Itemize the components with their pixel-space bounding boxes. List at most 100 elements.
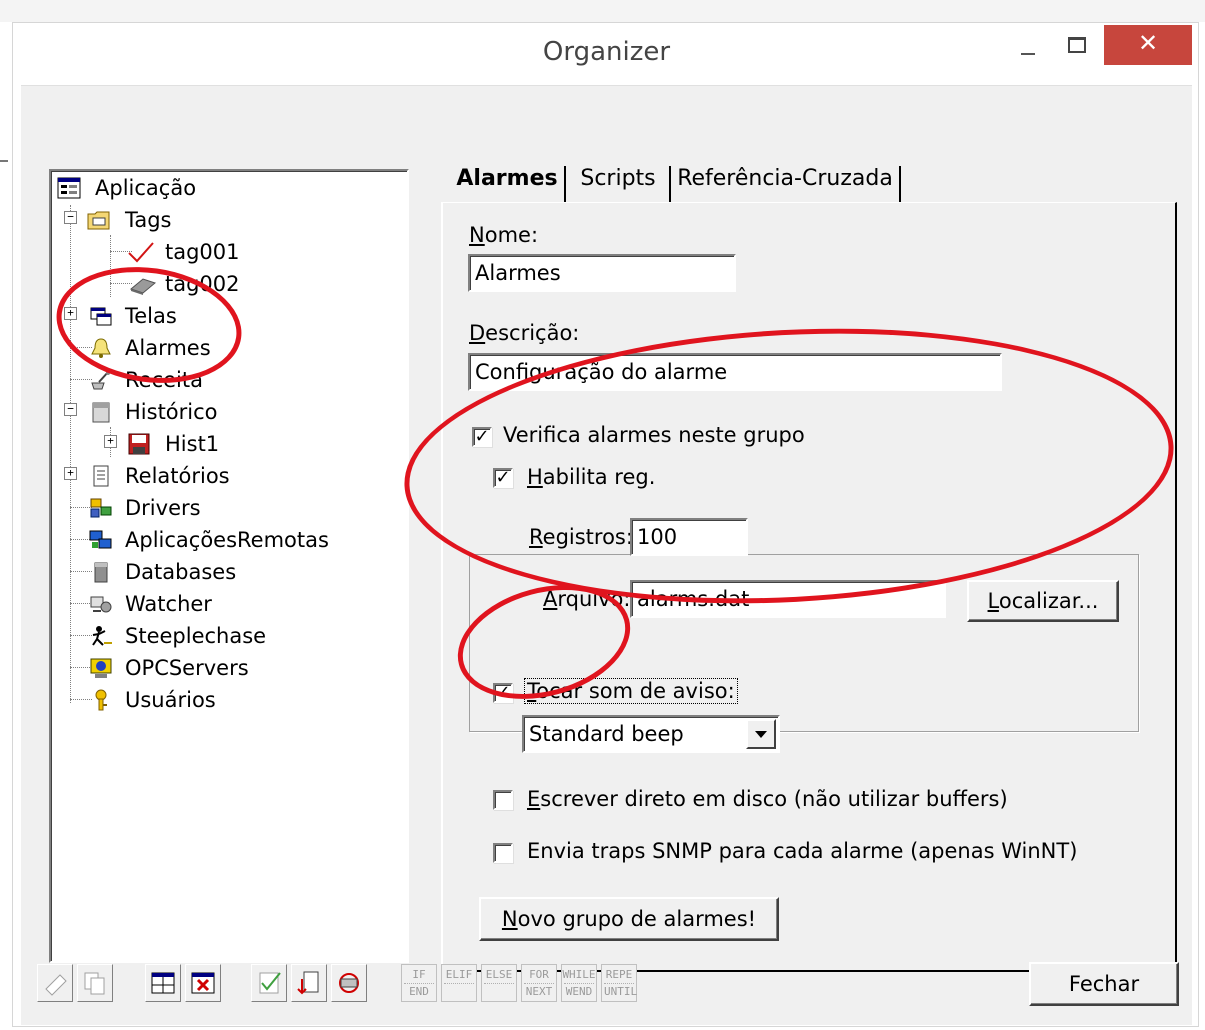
else-button[interactable]: ELSE xyxy=(481,964,517,1002)
tree-item-label: Databases xyxy=(125,560,237,584)
keyword-top: FOR xyxy=(529,968,549,981)
keyword-top: ELIF xyxy=(445,968,473,981)
tab-separator xyxy=(669,166,671,202)
for-next-button[interactable]: FOR NEXT xyxy=(521,964,557,1002)
tree-line xyxy=(70,205,71,703)
keyword-bottom: WEND xyxy=(564,983,594,998)
descricao-label: Descrição: xyxy=(469,321,579,345)
descricao-label-accelerator: D xyxy=(469,321,486,345)
eraser-tool-button[interactable] xyxy=(37,964,73,1002)
tree-expander-historico[interactable]: − xyxy=(64,403,77,416)
maximize-icon xyxy=(1068,37,1086,53)
copy-tool-button[interactable] xyxy=(77,964,113,1002)
opc-server-icon xyxy=(90,658,112,678)
novo-grupo-accelerator: N xyxy=(501,907,518,931)
tree-item-label: Watcher xyxy=(125,592,212,616)
close-icon: ✕ xyxy=(1137,29,1159,57)
users-key-icon xyxy=(95,689,107,711)
tag-check-icon xyxy=(128,242,154,263)
keyword-top: REPE xyxy=(605,968,633,981)
title-bar[interactable]: Organizer ✕ xyxy=(13,23,1198,85)
tree-item-label: Steeplechase xyxy=(125,624,267,648)
database-icon xyxy=(94,562,108,583)
tree-item-label: tag001 xyxy=(165,240,240,264)
keyword-bottom: NEXT xyxy=(524,983,554,998)
nome-label-accelerator: N xyxy=(469,223,485,247)
keyword-bottom xyxy=(484,983,514,984)
table-icon xyxy=(151,972,175,994)
escrever-disco-text: screver direto em disco (não utilizar bu… xyxy=(540,787,1008,811)
envia-snmp-checkbox[interactable] xyxy=(493,843,513,863)
minimize-button[interactable] xyxy=(1013,25,1043,65)
tree-item-label: Histórico xyxy=(125,400,218,424)
novo-grupo-text: ovo grupo de alarmes! xyxy=(517,907,757,931)
sound-select-value: Standard beep xyxy=(529,722,684,746)
application-icon xyxy=(57,177,81,199)
steeplechase-icon xyxy=(92,626,112,646)
table-tool-button[interactable] xyxy=(145,964,181,1002)
tree-item-label: Tags xyxy=(125,208,172,232)
tab-scripts[interactable]: Scripts xyxy=(569,156,667,202)
remote-apps-icon xyxy=(89,530,112,549)
tree-item-label: Relatórios xyxy=(125,464,230,488)
tree-item-label: Aplicação xyxy=(95,176,197,200)
check-list-button[interactable] xyxy=(251,964,287,1002)
import-icon xyxy=(297,971,319,995)
tree-expander-relatorios[interactable]: + xyxy=(64,467,77,480)
while-wend-button[interactable]: WHILE WEND xyxy=(561,964,597,1002)
keyword-top: WHILE xyxy=(562,968,596,981)
close-window-button[interactable]: ✕ xyxy=(1104,25,1192,65)
tree-item-label: Hist1 xyxy=(165,432,220,456)
descricao-label-text: escrição: xyxy=(485,321,580,345)
tree-item-label: AplicaçõesRemotas xyxy=(125,528,329,552)
tab-referencia-cruzada[interactable]: Referência-Cruzada xyxy=(675,156,895,202)
tab-separator xyxy=(564,166,566,202)
delete-table-icon xyxy=(191,972,215,994)
copy-icon xyxy=(84,972,105,995)
nome-label: Nome: xyxy=(469,223,538,247)
network-icon xyxy=(339,973,359,993)
novo-grupo-alarmes-button[interactable]: Novo grupo de alarmes! xyxy=(479,897,779,941)
localizar-text: ocalizar... xyxy=(998,589,1099,613)
keyword-top: IF xyxy=(412,968,426,981)
delete-table-button[interactable] xyxy=(185,964,221,1002)
tree-expander-hist1[interactable]: + xyxy=(104,435,117,448)
if-end-button[interactable]: IF END xyxy=(401,964,437,1002)
chevron-down-icon[interactable] xyxy=(746,719,776,749)
tab-separator xyxy=(899,166,901,202)
network-button[interactable] xyxy=(331,964,367,1002)
keyword-top: ELSE xyxy=(485,968,513,981)
reports-icon xyxy=(93,465,109,487)
tab-alarmes[interactable]: Alarmes xyxy=(451,156,563,202)
sound-select[interactable]: Standard beep xyxy=(522,715,780,753)
localizar-button[interactable]: Localizar... xyxy=(967,580,1119,622)
elif-button[interactable]: ELIF xyxy=(441,964,477,1002)
desktop-background xyxy=(0,0,1205,22)
tags-folder-icon xyxy=(87,211,110,230)
keyword-bottom xyxy=(444,983,474,984)
tree-item-label: Drivers xyxy=(125,496,201,520)
tree-item-label: OPCServers xyxy=(125,656,249,680)
localizar-accelerator: L xyxy=(987,589,999,613)
nome-input[interactable]: Alarmes xyxy=(468,254,736,292)
tree-expander-tags[interactable]: − xyxy=(64,211,77,224)
nome-label-text: ome: xyxy=(484,223,539,247)
watcher-icon xyxy=(90,596,112,613)
escrever-disco-checkbox[interactable] xyxy=(493,790,513,810)
escrever-disco-label: Escrever direto em disco (não utilizar b… xyxy=(527,787,1008,811)
import-button[interactable] xyxy=(291,964,327,1002)
keyword-bottom: END xyxy=(404,983,434,999)
eraser-icon xyxy=(45,974,67,996)
keyword-bottom: UNTIL xyxy=(604,983,638,998)
minimize-icon xyxy=(1021,53,1035,55)
fechar-button[interactable]: Fechar xyxy=(1029,962,1179,1006)
envia-snmp-label: Envia traps SNMP para cada alarme (apena… xyxy=(527,839,1078,863)
tree-item-label: Usuários xyxy=(125,688,216,712)
disk-icon xyxy=(128,433,150,455)
escrever-disco-accelerator: E xyxy=(527,787,541,811)
drivers-icon xyxy=(90,498,112,518)
history-icon xyxy=(92,402,110,423)
maximize-button[interactable] xyxy=(1056,25,1096,65)
repeat-until-button[interactable]: REPE UNTIL xyxy=(601,964,637,1002)
check-list-icon xyxy=(259,972,281,994)
